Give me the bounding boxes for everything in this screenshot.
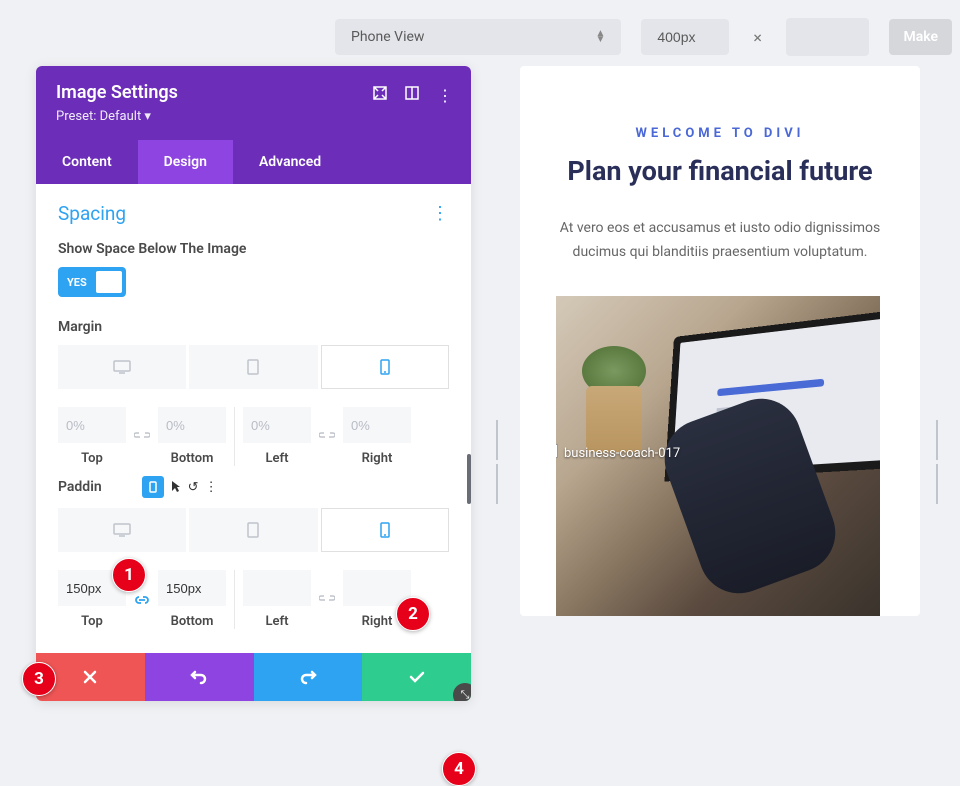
preview-heading: Plan your financial future bbox=[556, 155, 884, 189]
panel-footer bbox=[36, 653, 471, 701]
space-below-toggle[interactable]: YES bbox=[58, 267, 126, 297]
margin-link-tb-icon[interactable] bbox=[128, 407, 156, 466]
tab-design[interactable]: Design bbox=[138, 140, 233, 184]
tab-content[interactable]: Content bbox=[36, 140, 138, 184]
padding-left-label: Left bbox=[265, 614, 288, 629]
dropdown-chevrons-icon: ▲▼ bbox=[595, 31, 605, 43]
margin-link-lr-icon[interactable] bbox=[313, 407, 341, 466]
padding-device-phone[interactable] bbox=[321, 508, 449, 552]
undo-icon[interactable]: ↺ bbox=[188, 480, 199, 495]
responsive-active-icon[interactable] bbox=[142, 476, 164, 498]
margin-device-tablet[interactable] bbox=[189, 345, 317, 389]
preview-pane: WELCOME TO DIVI Plan your financial futu… bbox=[520, 66, 920, 616]
preview-image[interactable]: business-coach-017 bbox=[556, 296, 880, 616]
margin-top-input[interactable] bbox=[58, 407, 126, 443]
annotation-marker-1: 1 bbox=[112, 558, 146, 592]
margin-right-input[interactable] bbox=[343, 407, 411, 443]
width-input[interactable] bbox=[641, 19, 729, 55]
preview-drag-handle-right[interactable] bbox=[934, 420, 936, 460]
padding-link-lr-icon[interactable] bbox=[313, 570, 341, 629]
tab-advanced[interactable]: Advanced bbox=[233, 140, 347, 184]
section-menu-icon[interactable]: ⋮ bbox=[431, 203, 449, 224]
padding-device-desktop[interactable] bbox=[58, 508, 186, 552]
space-below-label: Show Space Below The Image bbox=[58, 241, 449, 257]
padding-left-input[interactable] bbox=[243, 570, 311, 606]
preview-body: At vero eos et accusamus et iusto odio d… bbox=[556, 217, 884, 265]
margin-bottom-input[interactable] bbox=[158, 407, 226, 443]
toggle-yes-label: YES bbox=[67, 276, 87, 289]
padding-right-label: Right bbox=[362, 614, 393, 629]
view-mode-label: Phone View bbox=[351, 29, 424, 45]
redo-button[interactable] bbox=[254, 653, 363, 701]
panel-body: Spacing ⋮ Show Space Below The Image YES… bbox=[36, 184, 471, 629]
margin-bottom-label: Bottom bbox=[171, 451, 214, 466]
toggle-knob bbox=[96, 271, 122, 293]
annotation-marker-2: 2 bbox=[396, 597, 430, 631]
section-spacing-title: Spacing bbox=[58, 202, 126, 225]
plant-pot-illustration bbox=[586, 386, 642, 452]
annotation-marker-4: 4 bbox=[442, 752, 476, 786]
view-mode-dropdown[interactable]: Phone View ▲▼ bbox=[335, 19, 621, 55]
annotation-marker-3: 3 bbox=[22, 662, 56, 696]
padding-bottom-input[interactable] bbox=[158, 570, 226, 606]
padding-bottom-label: Bottom bbox=[171, 614, 214, 629]
image-checkbox[interactable] bbox=[556, 444, 558, 458]
image-filename-label: business-coach-017 bbox=[564, 446, 680, 461]
close-icon[interactable]: × bbox=[749, 28, 766, 47]
kebab-menu-icon[interactable]: ⋮ bbox=[437, 86, 453, 105]
margin-left-label: Left bbox=[265, 451, 288, 466]
preview-overline: WELCOME TO DIVI bbox=[556, 126, 884, 141]
expand-icon[interactable] bbox=[373, 86, 387, 105]
padding-label: Paddin bbox=[58, 479, 102, 495]
grid-icon[interactable] bbox=[405, 86, 419, 105]
margin-right-label: Right bbox=[362, 451, 393, 466]
padding-device-tablet[interactable] bbox=[189, 508, 317, 552]
preview-drag-handle-left[interactable] bbox=[494, 420, 496, 460]
scrollbar[interactable] bbox=[467, 454, 471, 504]
undo-button[interactable] bbox=[145, 653, 254, 701]
more-icon[interactable]: ⋮ bbox=[205, 480, 218, 495]
panel-preset[interactable]: Preset: Default ▾ bbox=[56, 109, 451, 124]
cursor-icon[interactable] bbox=[170, 480, 182, 494]
top-toolbar: Phone View ▲▼ × Make bbox=[0, 0, 960, 74]
margin-device-phone[interactable] bbox=[321, 345, 449, 389]
margin-left-input[interactable] bbox=[243, 407, 311, 443]
resize-handle[interactable]: ⤡ bbox=[453, 683, 471, 701]
margin-label: Margin bbox=[58, 319, 449, 335]
padding-top-label: Top bbox=[81, 614, 103, 629]
margin-top-label: Top bbox=[81, 451, 103, 466]
secondary-input[interactable] bbox=[786, 18, 870, 56]
make-button[interactable]: Make bbox=[889, 19, 952, 55]
panel-tabs: Content Design Advanced bbox=[36, 140, 471, 184]
margin-device-desktop[interactable] bbox=[58, 345, 186, 389]
panel-header: Image Settings Preset: Default ▾ ⋮ bbox=[36, 66, 471, 140]
